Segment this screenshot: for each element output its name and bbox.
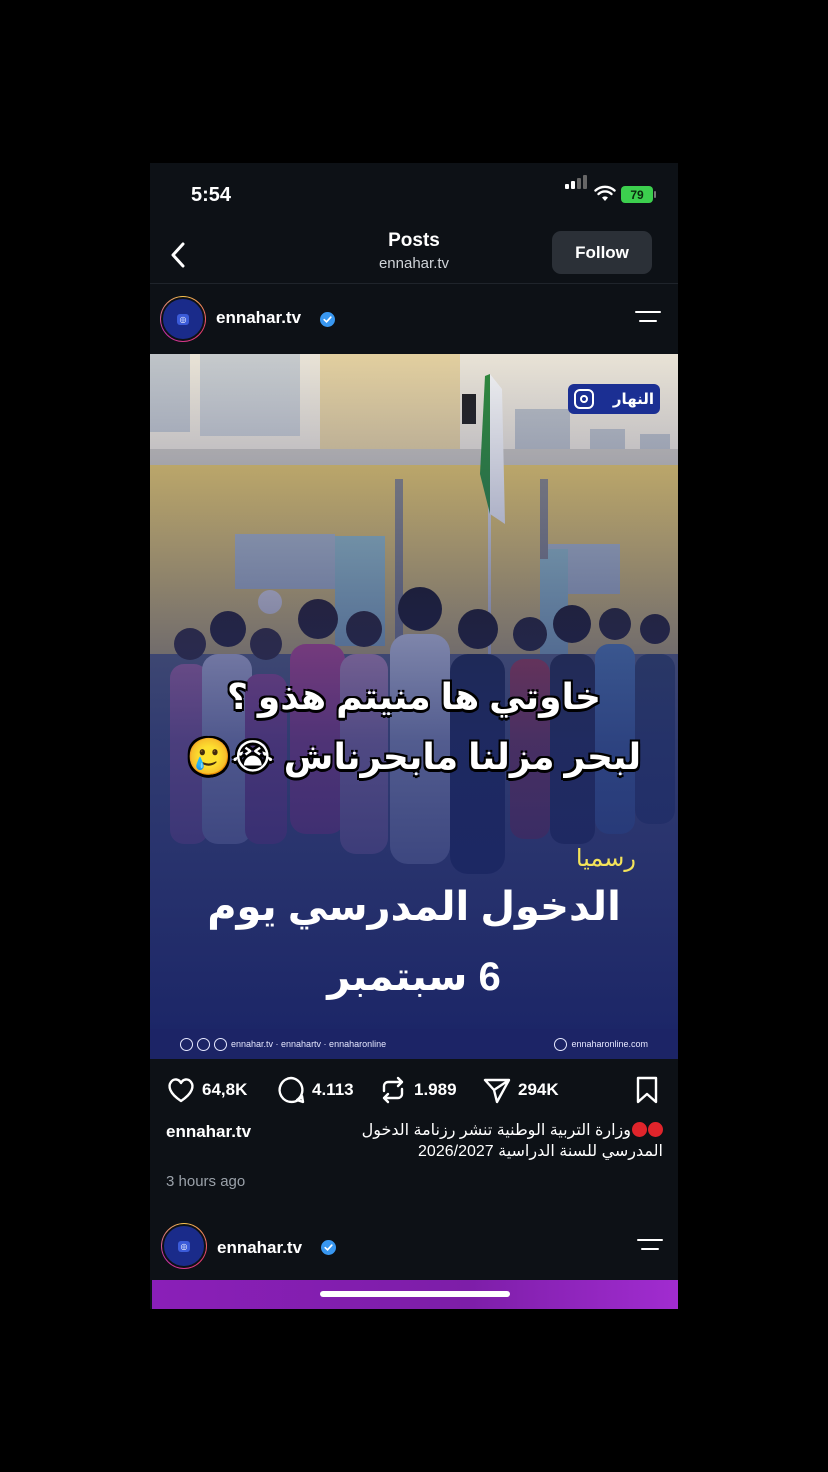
post-header: ◎ ennahar.tv bbox=[150, 289, 678, 349]
post-username[interactable]: ennahar.tv bbox=[216, 308, 301, 328]
image-footer-strip: ennahar.tv · ennahartv · ennaharonline e… bbox=[150, 1029, 678, 1059]
red-circle-icon bbox=[648, 1122, 663, 1137]
send-icon bbox=[483, 1078, 511, 1104]
menu-icon[interactable] bbox=[635, 309, 663, 329]
phone-screen: 5:54 79 Posts ennahar.tv Follow ◎ ennaha… bbox=[150, 163, 678, 1309]
repost-button[interactable]: 1.989 bbox=[378, 1070, 457, 1110]
instagram-logo-icon bbox=[574, 389, 594, 409]
footer-social-handles: ennahar.tv · ennahartv · ennaharonline bbox=[180, 1037, 387, 1051]
headline-line1: الدخول المدرسي يوم bbox=[207, 885, 621, 929]
share-count: 294K bbox=[518, 1080, 559, 1099]
post-timestamp: 3 hours ago bbox=[166, 1173, 246, 1190]
follow-button[interactable]: Follow bbox=[552, 231, 652, 274]
avatar[interactable]: ◎ bbox=[160, 296, 206, 342]
menu-icon[interactable] bbox=[637, 1237, 665, 1257]
bookmark-icon bbox=[636, 1076, 658, 1104]
post-actions: 64,8K 4.113 1.989 294K bbox=[150, 1070, 678, 1110]
footer-social-text: ennahar.tv · ennahartv · ennaharonline bbox=[231, 1039, 387, 1049]
next-post-username[interactable]: ennahar.tv bbox=[217, 1238, 302, 1258]
instagram-icon bbox=[180, 1037, 193, 1051]
footer-site-text: ennaharonline.com bbox=[571, 1039, 648, 1049]
youtube-icon bbox=[214, 1037, 227, 1051]
avatar-image: ◎ bbox=[161, 297, 205, 341]
battery-indicator: 79 bbox=[621, 186, 653, 203]
overlay-text-line2: لبحر مزلنا مابحرناش 😭🥲 bbox=[186, 736, 642, 777]
caption-text: وزارة التربية الوطنية تنشر رزنامة الدخول… bbox=[313, 1120, 663, 1162]
headline-kicker: رسميا bbox=[575, 845, 636, 872]
status-bar: 5:54 79 bbox=[150, 163, 678, 227]
facebook-icon bbox=[197, 1037, 210, 1051]
avatar-logo-icon: ◎ bbox=[176, 313, 190, 325]
avatar-logo-icon: ◎ bbox=[177, 1240, 191, 1252]
battery-level: 79 bbox=[630, 187, 644, 202]
repost-count: 1.989 bbox=[414, 1080, 457, 1099]
save-button[interactable] bbox=[634, 1070, 660, 1110]
headline-line2: 6 سبتمبر bbox=[327, 955, 501, 999]
red-circle-icon bbox=[632, 1122, 647, 1137]
share-button[interactable]: 294K bbox=[482, 1070, 559, 1110]
verified-badge-icon bbox=[321, 1240, 336, 1255]
wifi-icon bbox=[594, 185, 616, 201]
home-indicator[interactable] bbox=[320, 1291, 510, 1297]
avatar[interactable]: ◎ bbox=[161, 1223, 207, 1269]
status-time: 5:54 bbox=[191, 184, 232, 206]
ennahar-watermark: النهار bbox=[568, 384, 660, 414]
next-post-header: ◎ ennahar.tv bbox=[150, 1215, 678, 1275]
caption-body: وزارة التربية الوطنية تنشر رزنامة الدخول… bbox=[361, 1122, 663, 1160]
top-navigation: Posts ennahar.tv Follow bbox=[150, 227, 678, 284]
comment-bubble-icon bbox=[278, 1076, 305, 1104]
battery-tip bbox=[654, 191, 656, 198]
comment-button[interactable]: 4.113 bbox=[276, 1070, 354, 1110]
overlay-text-line1: خاوتي ها منيتم هذو ؟ bbox=[227, 676, 601, 717]
post-image[interactable]: النهار خاوتي ها منيتم هذو ؟ لبحر مزلنا م… bbox=[150, 354, 678, 1059]
verified-badge-icon bbox=[320, 312, 335, 327]
repost-icon bbox=[382, 1076, 404, 1104]
footer-website: ennaharonline.com bbox=[554, 1037, 648, 1051]
avatar-image: ◎ bbox=[162, 1224, 206, 1268]
like-count: 64,8K bbox=[202, 1080, 248, 1099]
heart-icon bbox=[168, 1078, 194, 1103]
like-button[interactable]: 64,8K bbox=[166, 1070, 247, 1110]
watermark-text: النهار bbox=[612, 391, 654, 408]
comment-count: 4.113 bbox=[312, 1080, 354, 1099]
globe-icon bbox=[554, 1037, 568, 1051]
caption-username[interactable]: ennahar.tv bbox=[166, 1122, 251, 1142]
